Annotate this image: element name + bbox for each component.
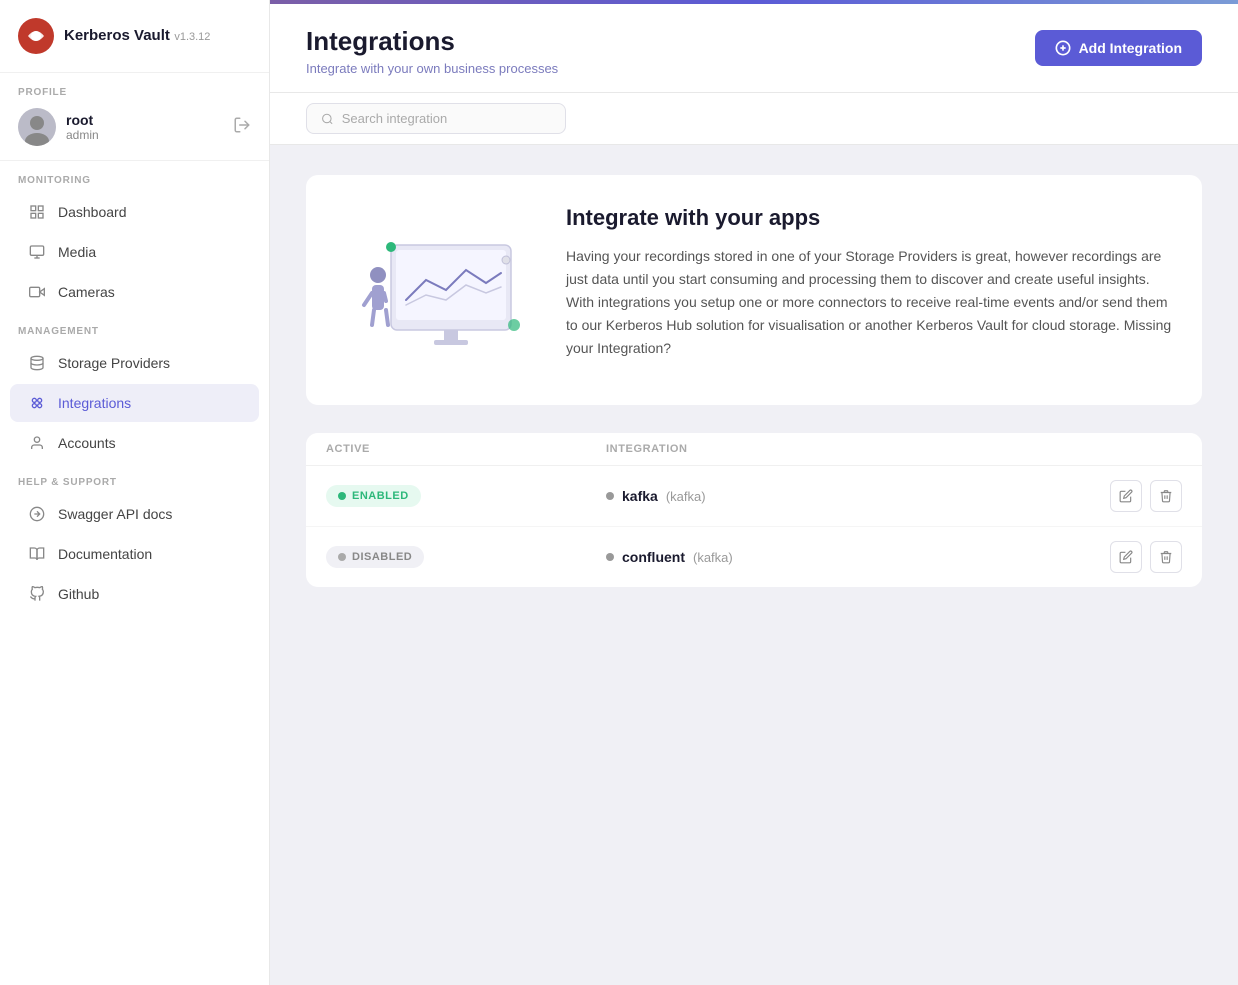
- info-body: Having your recordings stored in one of …: [566, 245, 1172, 360]
- integration-dot-1: [606, 492, 614, 500]
- integrations-table: ACTIVE INTEGRATION ENABLED kafka (kafka): [306, 433, 1202, 587]
- sidebar-item-swagger[interactable]: Swagger API docs: [10, 495, 259, 533]
- app-name: Kerberos Vault: [64, 27, 170, 44]
- trash-icon-2: [1159, 550, 1173, 564]
- swagger-label: Swagger API docs: [58, 506, 172, 522]
- integrations-icon: [28, 394, 46, 412]
- main-content: Integrations Integrate with your own bus…: [270, 0, 1238, 985]
- integration-cell-1: kafka (kafka): [606, 488, 1102, 504]
- page-header: Integrations Integrate with your own bus…: [270, 4, 1238, 93]
- app-logo: [18, 18, 54, 54]
- integration-name-1: kafka: [622, 488, 658, 504]
- plus-circle-icon: [1055, 40, 1071, 56]
- monitoring-label: MONITORING: [0, 161, 269, 192]
- sidebar-item-github[interactable]: Github: [10, 575, 259, 613]
- docs-label: Documentation: [58, 546, 152, 562]
- edit-icon-2: [1119, 550, 1133, 564]
- col-actions: [1102, 443, 1182, 455]
- docs-icon: [28, 545, 46, 563]
- sidebar-item-docs[interactable]: Documentation: [10, 535, 259, 573]
- sidebar-item-cameras[interactable]: Cameras: [10, 273, 259, 311]
- sidebar-item-storage[interactable]: Storage Providers: [10, 344, 259, 382]
- profile-section: PROFILE root admin: [0, 73, 269, 161]
- search-wrapper: [306, 103, 566, 134]
- cameras-icon: [28, 283, 46, 301]
- dashboard-label: Dashboard: [58, 204, 127, 220]
- status-dot-green: [338, 492, 346, 500]
- search-input[interactable]: [342, 111, 551, 126]
- cameras-label: Cameras: [58, 284, 115, 300]
- avatar: [18, 108, 56, 146]
- status-text-2: DISABLED: [352, 551, 412, 563]
- col-integration: INTEGRATION: [606, 443, 1102, 455]
- edit-icon-1: [1119, 489, 1133, 503]
- status-dot-gray: [338, 553, 346, 561]
- swagger-icon: [28, 505, 46, 523]
- content-area: Integrate with your apps Having your rec…: [270, 145, 1238, 985]
- media-label: Media: [58, 244, 96, 260]
- trash-icon-1: [1159, 489, 1173, 503]
- info-heading: Integrate with your apps: [566, 205, 1172, 231]
- integration-name-2: confluent: [622, 549, 685, 565]
- dashboard-icon: [28, 203, 46, 221]
- logout-button[interactable]: [233, 116, 251, 139]
- user-info: root admin: [18, 108, 251, 146]
- edit-button-1[interactable]: [1110, 480, 1142, 512]
- illustration: [336, 205, 536, 375]
- username: root: [66, 112, 99, 128]
- github-label: Github: [58, 586, 99, 602]
- page-title: Integrations: [306, 26, 558, 57]
- add-integration-button[interactable]: Add Integration: [1035, 30, 1202, 66]
- help-label: HELP & SUPPORT: [0, 463, 269, 494]
- edit-button-2[interactable]: [1110, 541, 1142, 573]
- status-badge-disabled: DISABLED: [326, 546, 424, 568]
- profile-label: PROFILE: [18, 87, 251, 98]
- info-text: Integrate with your apps Having your rec…: [566, 205, 1172, 360]
- sidebar-item-integrations[interactable]: Integrations: [10, 384, 259, 422]
- status-text-1: ENABLED: [352, 490, 409, 502]
- media-icon: [28, 243, 46, 261]
- table-header: ACTIVE INTEGRATION: [306, 433, 1202, 466]
- sidebar: Kerberos Vault v1.3.12 PROFILE root admi…: [0, 0, 270, 985]
- delete-button-2[interactable]: [1150, 541, 1182, 573]
- accounts-icon: [28, 434, 46, 452]
- info-section: Integrate with your apps Having your rec…: [306, 175, 1202, 405]
- table-row: ENABLED kafka (kafka): [306, 466, 1202, 527]
- integrations-label: Integrations: [58, 395, 131, 411]
- search-icon: [321, 112, 334, 126]
- sidebar-item-dashboard[interactable]: Dashboard: [10, 193, 259, 231]
- row-actions-2: [1102, 541, 1182, 573]
- delete-button-1[interactable]: [1150, 480, 1182, 512]
- integration-cell-2: confluent (kafka): [606, 549, 1102, 565]
- app-version: v1.3.12: [174, 31, 210, 43]
- integration-type-1: (kafka): [666, 489, 706, 504]
- sidebar-header: Kerberos Vault v1.3.12: [0, 0, 269, 73]
- status-badge-enabled: ENABLED: [326, 485, 421, 507]
- github-icon: [28, 585, 46, 603]
- storage-icon: [28, 354, 46, 372]
- user-role: admin: [66, 128, 99, 142]
- search-bar-area: [270, 93, 1238, 145]
- table-row: DISABLED confluent (kafka): [306, 527, 1202, 587]
- status-cell-2: DISABLED: [326, 546, 606, 568]
- col-active: ACTIVE: [326, 443, 606, 455]
- storage-label: Storage Providers: [58, 355, 170, 371]
- accounts-label: Accounts: [58, 435, 116, 451]
- row-actions-1: [1102, 480, 1182, 512]
- page-subtitle: Integrate with your own business process…: [306, 61, 558, 76]
- integration-dot-2: [606, 553, 614, 561]
- sidebar-item-accounts[interactable]: Accounts: [10, 424, 259, 462]
- management-label: MANAGEMENT: [0, 312, 269, 343]
- status-cell-1: ENABLED: [326, 485, 606, 507]
- sidebar-item-media[interactable]: Media: [10, 233, 259, 271]
- integration-type-2: (kafka): [693, 550, 733, 565]
